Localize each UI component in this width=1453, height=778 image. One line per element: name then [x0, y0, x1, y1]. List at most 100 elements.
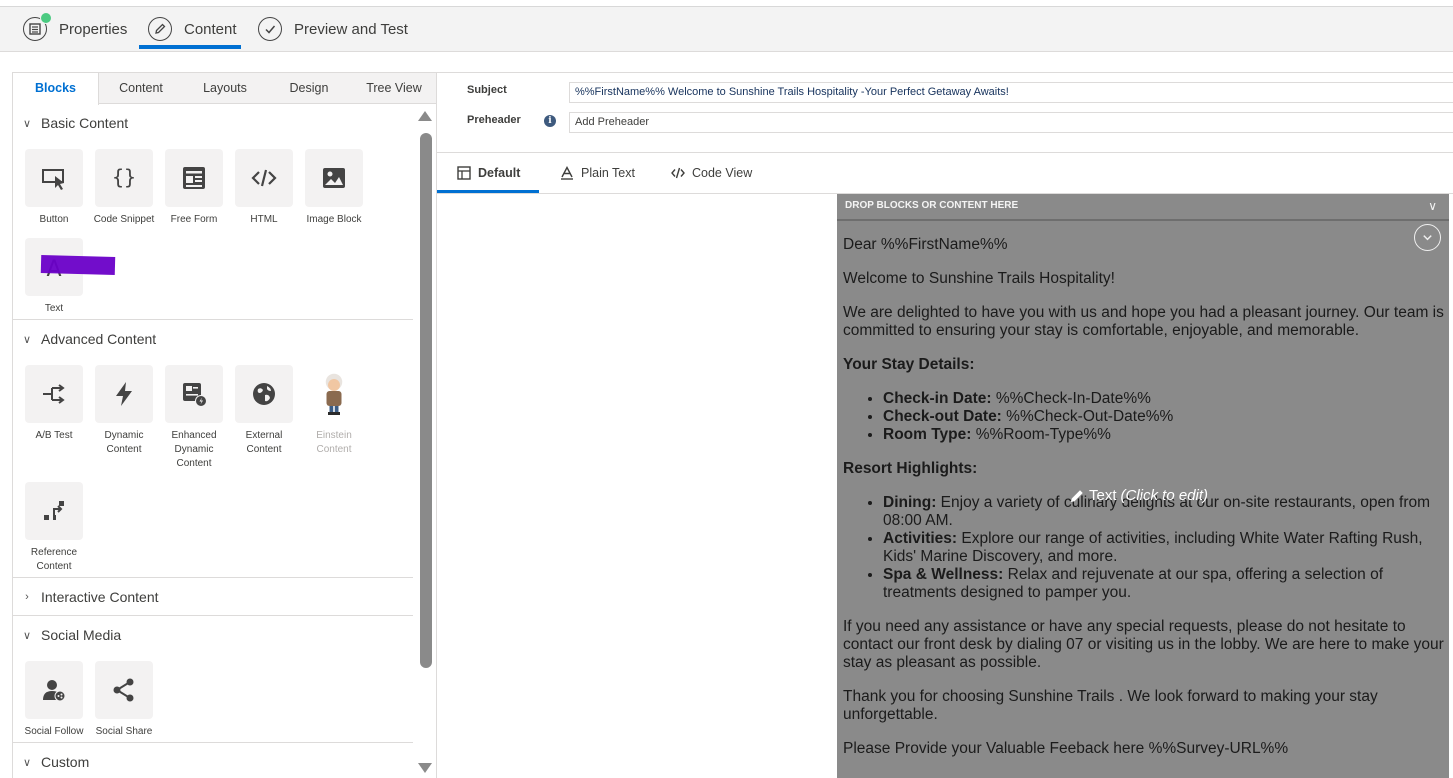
block-social-share[interactable]: Social Share — [89, 661, 159, 739]
wizard-step-content[interactable]: Content — [148, 16, 237, 42]
section-title: Advanced Content — [41, 331, 157, 347]
section-basic-content[interactable]: ∨ Basic Content — [13, 112, 413, 134]
list-item: Check-out Date: %%Check-Out-Date%% — [883, 408, 1447, 426]
block-label: Button — [39, 214, 69, 225]
chevron-down-icon: ∨ — [22, 756, 32, 769]
assistance-paragraph: If you need any assistance or have any s… — [843, 618, 1444, 671]
chevron-down-icon: ∨ — [22, 629, 32, 642]
block-label: Text — [44, 303, 64, 314]
properties-icon — [23, 12, 52, 41]
preheader-input[interactable]: Add Preheader — [569, 112, 1453, 133]
block-ab-test[interactable]: A/B Test — [19, 365, 89, 443]
image-icon — [323, 168, 345, 188]
wizard-bar: Properties Content Preview and Test — [0, 0, 1453, 52]
check-icon — [258, 17, 282, 41]
wizard-step-preview-and-test[interactable]: Preview and Test — [258, 16, 408, 42]
email-canvas[interactable]: DROP BLOCKS OR CONTENT HERE ∨ Dear %%Fir… — [837, 194, 1449, 778]
redaction-mark — [40, 255, 116, 275]
content-blocks-panel: Blocks Content Layouts Design Tree View … — [12, 72, 437, 778]
section-interactive-content[interactable]: › Interactive Content — [13, 586, 413, 608]
block-label: External Content — [245, 430, 283, 455]
wizard-step-label: Preview and Test — [294, 20, 408, 38]
block-label: Social Follow — [24, 726, 84, 737]
text-block-content[interactable]: Dear %%FirstName%% Welcome to Sunshine T… — [843, 236, 1447, 774]
block-code-snippet[interactable]: {} Code Snippet — [89, 149, 159, 227]
wizard-step-properties[interactable]: Properties — [23, 12, 128, 42]
tab-plain-text[interactable]: Plain Text — [560, 153, 635, 193]
pencil-icon — [1071, 489, 1083, 502]
tab-layouts[interactable]: Layouts — [183, 73, 267, 104]
edit-badge-hint: (Click to edit) — [1120, 487, 1209, 504]
highlights-list: Dining: Enjoy a variety of culinary deli… — [883, 494, 1447, 602]
wizard-step-label: Properties — [59, 20, 128, 38]
subject-input[interactable]: %%FirstName%% Welcome to Sunshine Trails… — [569, 82, 1453, 103]
tab-tree-view[interactable]: Tree View — [351, 73, 436, 104]
block-label: Enhanced Dynamic Content — [171, 430, 217, 469]
wizard-step-label: Content — [184, 20, 237, 38]
block-social-follow[interactable]: Social Follow — [19, 661, 89, 739]
email-header-fields: Subject %%FirstName%% Welcome to Sunshin… — [437, 72, 1453, 153]
block-label: Free Form — [170, 214, 218, 225]
section-title: Basic Content — [41, 115, 129, 131]
block-reference-content[interactable]: Reference Content — [19, 482, 89, 574]
block-button[interactable]: Button — [19, 149, 89, 227]
scroll-down-arrow[interactable] — [418, 763, 432, 773]
block-image-block[interactable]: Image Block — [299, 149, 369, 227]
view-tabs: Default Plain Text Code View — [437, 153, 1453, 194]
tab-label: Code View — [692, 166, 753, 180]
section-custom[interactable]: ∨ Custom — [13, 751, 413, 773]
active-step-indicator — [139, 45, 241, 49]
greeting: Dear %%FirstName%% — [843, 236, 1008, 253]
tab-content[interactable]: Content — [99, 73, 183, 104]
tab-design[interactable]: Design — [267, 73, 351, 104]
section-social-media[interactable]: ∨ Social Media — [13, 624, 413, 646]
chevron-down-icon[interactable]: ∨ — [1428, 199, 1437, 213]
section-divider — [13, 615, 413, 616]
block-label: Dynamic Content — [104, 430, 144, 455]
list-item: Check-in Date: %%Check-In-Date%% — [883, 390, 1447, 408]
stay-details-heading: Your Stay Details: — [843, 356, 975, 373]
block-html[interactable]: HTML — [229, 149, 299, 227]
chevron-down-icon: ∨ — [22, 117, 32, 130]
block-text[interactable]: A Text — [19, 238, 116, 316]
edit-text-badge[interactable]: Text (Click to edit) — [1069, 487, 1208, 504]
info-icon[interactable]: i — [544, 115, 556, 127]
button-block-icon — [42, 169, 64, 190]
tab-blocks[interactable]: Blocks — [13, 73, 99, 105]
block-enhanced-dynamic-content[interactable]: Enhanced Dynamic Content — [159, 365, 229, 471]
tab-code-view[interactable]: Code View — [671, 153, 752, 193]
highlights-heading: Resort Highlights: — [843, 460, 978, 477]
list-item: Activities: Explore our range of activit… — [883, 530, 1447, 566]
canvas-edge — [1449, 194, 1453, 778]
pencil-icon — [148, 17, 172, 41]
block-label: Social Share — [95, 726, 153, 737]
ab-test-icon — [43, 384, 65, 404]
social-follow-icon — [43, 680, 66, 702]
block-free-form[interactable]: Free Form — [159, 149, 229, 227]
block-einstein-content[interactable]: Einstein Content — [299, 365, 369, 457]
active-view-indicator — [437, 190, 539, 193]
block-label: HTML — [250, 214, 278, 225]
section-divider — [13, 577, 413, 578]
share-icon — [113, 678, 134, 702]
section-divider — [13, 319, 413, 320]
tab-label: Default — [478, 166, 521, 180]
block-external-content[interactable]: External Content — [229, 365, 299, 457]
tab-label: Plain Text — [581, 166, 635, 180]
section-title: Interactive Content — [41, 589, 159, 605]
section-title: Social Media — [41, 627, 122, 643]
block-label: Reference Content — [30, 547, 78, 572]
section-advanced-content[interactable]: ∨ Advanced Content — [13, 328, 413, 350]
stay-details-list: Check-in Date: %%Check-In-Date%% Check-o… — [883, 390, 1447, 444]
block-dynamic-content[interactable]: Dynamic Content — [89, 365, 159, 457]
layout-icon — [457, 166, 471, 180]
scrollbar-thumb[interactable] — [420, 133, 432, 668]
tab-default[interactable]: Default — [457, 153, 520, 193]
edit-badge-label: Text — [1089, 487, 1117, 504]
einstein-icon — [325, 373, 343, 415]
enhanced-dynamic-icon — [183, 383, 207, 407]
section-divider — [13, 742, 413, 743]
scroll-up-arrow[interactable] — [418, 111, 432, 121]
block-label: Image Block — [306, 214, 362, 225]
code-braces-icon: {} — [112, 165, 136, 189]
